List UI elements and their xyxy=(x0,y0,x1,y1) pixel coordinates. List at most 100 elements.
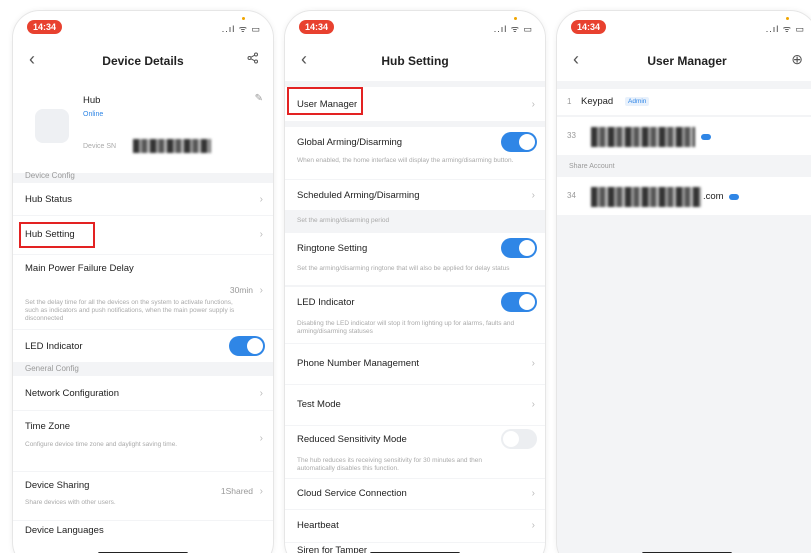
navbar: ‹ Device Details xyxy=(13,41,273,81)
ringtone-setting-label: Ringtone Setting xyxy=(297,243,368,254)
email-suffix: .com xyxy=(703,191,724,202)
chevron-right-icon: › xyxy=(259,229,263,240)
chevron-right-icon: › xyxy=(531,399,535,410)
chevron-right-icon: › xyxy=(259,285,263,296)
hub-status-label: Hub Status xyxy=(25,194,72,205)
device-sharing-value: 1Shared xyxy=(220,486,253,496)
shared-user-row[interactable]: 34 .com xyxy=(557,177,811,215)
scheduled-arming-label: Scheduled Arming/Disarming xyxy=(297,190,420,201)
scheduled-arming-row[interactable]: Scheduled Arming/Disarming › xyxy=(285,180,545,210)
test-mode-row[interactable]: Test Mode › xyxy=(285,385,545,425)
keypad-row[interactable]: 1 Keypad Admin xyxy=(557,89,811,115)
device-sharing-row[interactable]: Device Sharing 1Shared › Share devices w… xyxy=(13,472,273,520)
page-title: Device Details xyxy=(102,54,184,68)
main-power-desc: Set the delay time for all the devices o… xyxy=(25,299,235,322)
ringtone-setting-row: Ringtone Setting Set the arming/disarmin… xyxy=(285,233,545,285)
page-title: Hub Setting xyxy=(381,54,449,68)
empty-area xyxy=(557,216,811,553)
chevron-right-icon: › xyxy=(531,99,535,110)
chevron-right-icon: › xyxy=(259,194,263,205)
status-bar: 14:34 ..ıl ᯤ ▭ xyxy=(13,11,273,41)
main-power-failure-label: Main Power Failure Delay xyxy=(25,263,134,274)
led-indicator-label: LED Indicator xyxy=(25,341,83,352)
global-arming-desc: When enabled, the home interface will di… xyxy=(297,157,514,164)
heartbeat-label: Heartbeat xyxy=(297,520,339,531)
main-power-failure-row[interactable]: Main Power Failure Delay 30min › Set the… xyxy=(13,255,273,329)
privacy-dot xyxy=(242,17,245,20)
device-sn-label: Device SN xyxy=(83,143,117,150)
status-bar: 14:34 ..ıl ᯤ ▭ xyxy=(557,11,811,41)
reduced-sensitivity-label: Reduced Sensitivity Mode xyxy=(297,434,407,445)
phone-number-management-label: Phone Number Management xyxy=(297,358,419,369)
device-sharing-label: Device Sharing xyxy=(25,480,90,491)
global-arming-label: Global Arming/Disarming xyxy=(297,137,403,148)
cloud-icon xyxy=(729,194,739,200)
system-icons: ..ıl ᯤ ▭ xyxy=(765,24,805,34)
chevron-right-icon: › xyxy=(531,488,535,499)
reduced-sensitivity-row: Reduced Sensitivity Mode The hub reduces… xyxy=(285,426,545,478)
time-zone-desc: Configure device time zone and daylight … xyxy=(25,441,178,448)
hub-status-row[interactable]: Hub Status › xyxy=(13,183,273,215)
hub-setting-screen: 14:34 ..ıl ᯤ ▭ ‹ Hub Setting User Manage… xyxy=(284,10,546,553)
device-languages-row[interactable]: Device Languages xyxy=(13,521,273,553)
main-power-value: 30min xyxy=(229,285,253,295)
global-arming-toggle[interactable] xyxy=(501,132,537,152)
chevron-right-icon: › xyxy=(259,388,263,399)
section-general-config: General Config xyxy=(25,364,79,373)
test-mode-label: Test Mode xyxy=(297,399,341,410)
user-index: 34 xyxy=(567,191,576,200)
chevron-right-icon: › xyxy=(259,486,263,497)
privacy-dot xyxy=(786,17,789,20)
keypad-index: 1 xyxy=(567,97,572,106)
section-share-account: Share Account xyxy=(569,163,615,170)
navbar: ‹ User Manager ⊕ xyxy=(557,41,811,81)
system-icons: ..ıl ᯤ ▭ xyxy=(221,24,261,34)
user-index: 33 xyxy=(567,131,576,140)
led-indicator-row: LED Indicator Disabling the LED indicato… xyxy=(285,287,545,343)
device-sharing-desc: Share devices with other users. xyxy=(25,499,116,506)
edit-icon[interactable]: ✎ xyxy=(255,93,263,104)
time-zone-label: Time Zone xyxy=(25,421,71,432)
privacy-dot xyxy=(514,17,517,20)
status-time: 14:34 xyxy=(27,20,63,34)
add-user-icon[interactable]: ⊕ xyxy=(791,51,803,68)
reduced-sensitivity-desc: The hub reduces its receiving sensitivit… xyxy=(297,457,482,472)
scheduled-arming-desc: Set the arming/disarming period xyxy=(297,217,390,224)
siren-for-tamper-label: Siren for Tamper xyxy=(297,545,368,553)
ringtone-desc: Set the arming/disarming ringtone that w… xyxy=(297,265,510,272)
device-name: Hub xyxy=(83,95,101,106)
admin-badge: Admin xyxy=(625,97,650,106)
chevron-right-icon: › xyxy=(531,358,535,369)
status-bar: 14:34 ..ıl ᯤ ▭ xyxy=(285,11,545,41)
chevron-right-icon: › xyxy=(531,190,535,201)
share-icon[interactable] xyxy=(247,51,259,67)
status-time: 14:34 xyxy=(299,20,335,34)
user-manager-screen: 14:34 ..ıl ᯤ ▭ ‹ User Manager ⊕ 1 Keypad… xyxy=(556,10,811,553)
network-configuration-row[interactable]: Network Configuration › xyxy=(13,376,273,410)
time-zone-row[interactable]: Time Zone › Configure device time zone a… xyxy=(13,411,273,471)
cloud-service-row[interactable]: Cloud Service Connection › xyxy=(285,479,545,509)
sn-redacted xyxy=(133,139,211,153)
chevron-right-icon: › xyxy=(531,520,535,531)
page-title: User Manager xyxy=(647,54,727,68)
led-indicator-toggle[interactable] xyxy=(229,336,265,356)
phone-number-management-row[interactable]: Phone Number Management › xyxy=(285,344,545,384)
keypad-label: Keypad xyxy=(581,96,614,107)
led-indicator-row: LED Indicator xyxy=(13,330,273,362)
reduced-sensitivity-toggle[interactable] xyxy=(501,429,537,449)
device-card: Hub Online ✎ Device SN xyxy=(13,81,273,173)
device-details-screen: 14:34 ..ıl ᯤ ▭ ‹ Device Details Hub Onli… xyxy=(12,10,274,553)
heartbeat-row[interactable]: Heartbeat › xyxy=(285,510,545,542)
network-configuration-label: Network Configuration xyxy=(25,388,119,399)
ringtone-toggle[interactable] xyxy=(501,238,537,258)
section-device-config: Device Config xyxy=(25,171,75,180)
led-indicator-toggle[interactable] xyxy=(501,292,537,312)
led-indicator-label: LED Indicator xyxy=(297,297,355,308)
highlight-box xyxy=(19,222,95,248)
cloud-service-label: Cloud Service Connection xyxy=(297,488,407,499)
system-icons: ..ıl ᯤ ▭ xyxy=(493,24,533,34)
led-indicator-desc: Disabling the LED indicator will stop it… xyxy=(297,320,515,335)
cloud-icon xyxy=(701,134,711,140)
user-row[interactable]: 33 xyxy=(557,117,811,155)
chevron-right-icon: › xyxy=(259,433,263,444)
